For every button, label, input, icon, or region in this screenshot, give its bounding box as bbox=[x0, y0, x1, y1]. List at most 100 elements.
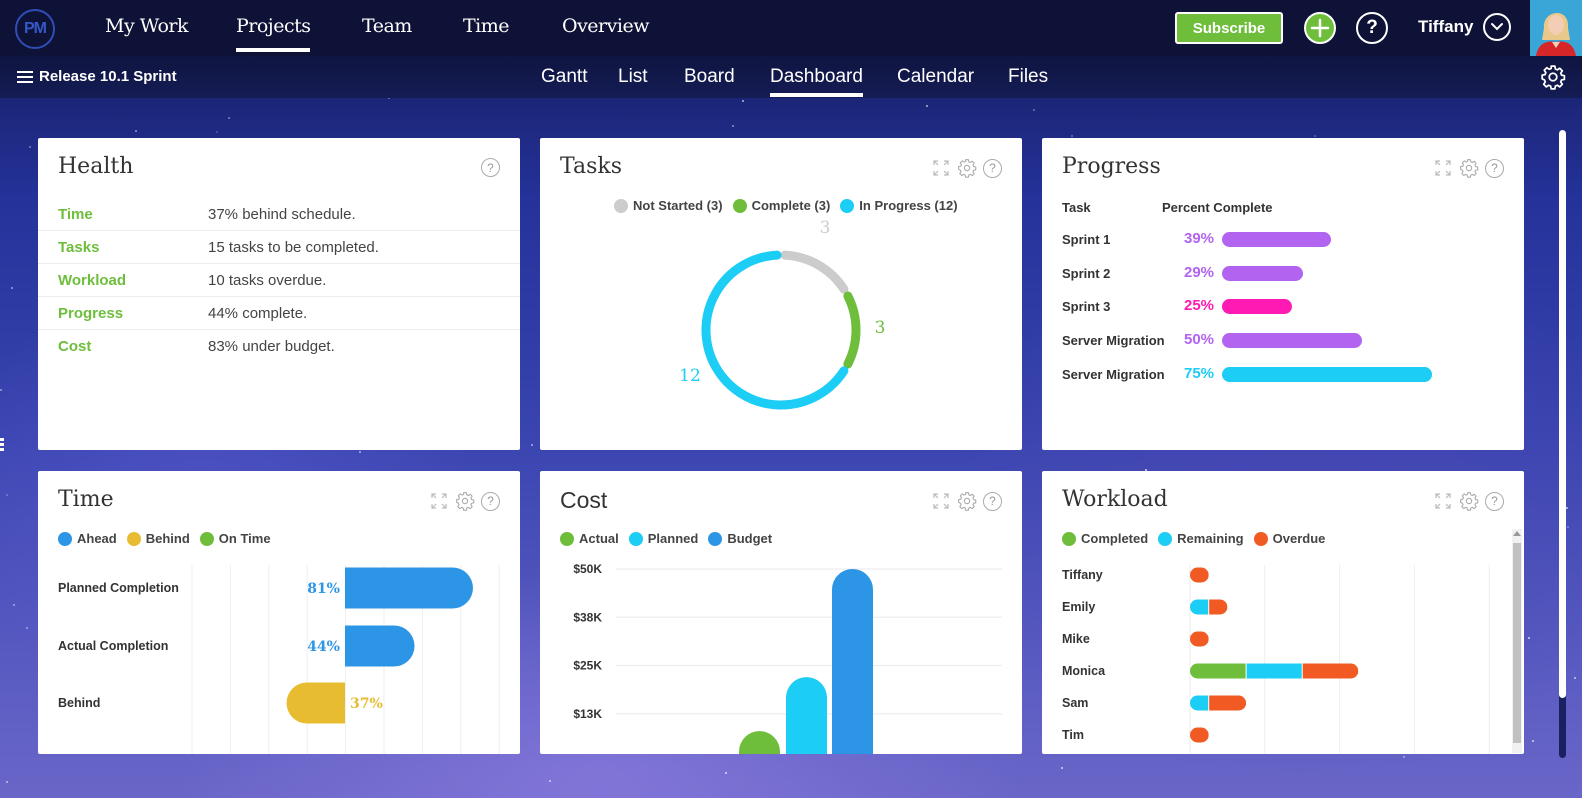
nav-my-work[interactable]: My Work bbox=[105, 15, 189, 37]
app-logo[interactable]: PM bbox=[15, 9, 55, 49]
hamburger-icon bbox=[17, 70, 33, 83]
workload-bar[interactable] bbox=[1190, 567, 1209, 583]
tab-calendar[interactable]: Calendar bbox=[897, 66, 974, 88]
value-label: 81% bbox=[307, 581, 340, 597]
star bbox=[5, 494, 8, 497]
add-button[interactable] bbox=[1304, 12, 1336, 44]
star bbox=[1070, 134, 1073, 137]
person-label: Monica bbox=[1062, 664, 1106, 678]
tab-gantt[interactable]: Gantt bbox=[541, 66, 587, 88]
donut-slice-in-progress[interactable] bbox=[701, 250, 849, 410]
progress-percent: 29% bbox=[1184, 263, 1215, 281]
segment-remaining[interactable] bbox=[1190, 599, 1209, 615]
progress-percent: 75% bbox=[1184, 364, 1215, 382]
segment-remaining[interactable] bbox=[1190, 695, 1209, 711]
progress-percent: 50% bbox=[1184, 331, 1215, 349]
category-label: Behind bbox=[58, 696, 100, 710]
scrollbar-thumb[interactable] bbox=[1513, 543, 1521, 743]
settings-gear-icon[interactable] bbox=[1540, 64, 1566, 90]
donut-slice-complete[interactable] bbox=[843, 291, 861, 369]
progress-row[interactable]: Sprint 1 39% bbox=[1062, 230, 1502, 250]
nav-team[interactable]: Team bbox=[362, 15, 412, 37]
sidebar-drag-handle[interactable] bbox=[0, 438, 4, 452]
progress-bar bbox=[1222, 333, 1362, 349]
star bbox=[1313, 134, 1316, 137]
user-name[interactable]: Tiffany bbox=[1418, 17, 1473, 37]
health-value: 15 tasks to be completed. bbox=[208, 238, 379, 256]
segment-overdue[interactable] bbox=[1208, 599, 1228, 615]
workload-bar[interactable] bbox=[1190, 695, 1247, 711]
tab-dashboard[interactable]: Dashboard bbox=[770, 66, 863, 97]
star bbox=[26, 627, 29, 630]
time-bar[interactable] bbox=[286, 682, 345, 724]
star bbox=[13, 603, 16, 606]
health-label[interactable]: Cost bbox=[58, 338, 208, 355]
progress-row[interactable]: Server Migration 50% bbox=[1062, 331, 1502, 351]
scroll-up-arrow[interactable] bbox=[1513, 531, 1521, 536]
segment-overdue[interactable] bbox=[1208, 695, 1247, 711]
star bbox=[358, 451, 361, 454]
health-row-workload: Workload 10 tasks overdue. bbox=[38, 264, 520, 297]
workload-scrollbar[interactable] bbox=[1512, 529, 1522, 753]
segment-overdue[interactable] bbox=[1190, 631, 1209, 647]
health-label[interactable]: Tasks bbox=[58, 239, 208, 256]
cost-bar-planned[interactable] bbox=[786, 677, 827, 754]
user-avatar[interactable] bbox=[1530, 0, 1582, 56]
progress-percent: 25% bbox=[1184, 297, 1215, 315]
progress-card: Progress ? Task Percent Complete Sprint … bbox=[1042, 138, 1524, 450]
tab-list[interactable]: List bbox=[618, 66, 648, 88]
star bbox=[227, 117, 230, 120]
gear-icon[interactable] bbox=[1459, 158, 1479, 178]
progress-task-name: Sprint 3 bbox=[1062, 299, 1111, 315]
cost-bar-actual[interactable] bbox=[739, 731, 780, 754]
health-label[interactable]: Workload bbox=[58, 272, 208, 289]
workload-bar[interactable] bbox=[1190, 727, 1209, 743]
avatar-image bbox=[1530, 0, 1582, 56]
nav-time[interactable]: Time bbox=[463, 15, 510, 37]
progress-row[interactable]: Sprint 3 25% bbox=[1062, 297, 1502, 317]
health-label[interactable]: Progress bbox=[58, 305, 208, 322]
cost-bar-budget[interactable] bbox=[832, 569, 873, 754]
time-bar[interactable] bbox=[345, 625, 415, 667]
time-bar-chart: Planned Completion 81% Actual Completion 44… bbox=[58, 565, 500, 754]
card-title: Progress bbox=[1062, 154, 1161, 179]
star bbox=[11, 287, 14, 290]
health-label[interactable]: Time bbox=[58, 206, 208, 223]
segment-remaining[interactable] bbox=[1246, 663, 1303, 679]
donut-slice-not-started[interactable] bbox=[780, 250, 849, 294]
time-bar[interactable] bbox=[345, 567, 473, 609]
help-icon[interactable]: ? bbox=[1485, 158, 1504, 178]
cost-bar-chart: $13K $25K $38K $50K bbox=[573, 562, 1002, 754]
progress-row[interactable]: Server Migration 75% bbox=[1062, 365, 1502, 385]
health-value: 10 tasks overdue. bbox=[208, 271, 327, 289]
tab-files[interactable]: Files bbox=[1008, 66, 1048, 88]
page-scrollbar-thumb[interactable] bbox=[1559, 130, 1566, 698]
workload-bar[interactable] bbox=[1190, 631, 1209, 647]
star bbox=[548, 779, 551, 782]
tab-board[interactable]: Board bbox=[684, 66, 735, 88]
help-icon[interactable]: ? bbox=[481, 158, 500, 177]
user-menu-toggle[interactable] bbox=[1483, 13, 1511, 41]
progress-row[interactable]: Sprint 2 29% bbox=[1062, 264, 1502, 284]
project-menu-button[interactable]: Release 10.1 Sprint bbox=[17, 68, 177, 85]
nav-overview[interactable]: Overview bbox=[562, 15, 649, 37]
tasks-donut-chart: 3 3 12 bbox=[679, 218, 885, 410]
star bbox=[1403, 756, 1406, 759]
column-header-task: Task bbox=[1062, 200, 1091, 215]
star bbox=[725, 771, 728, 774]
segment-overdue[interactable] bbox=[1302, 663, 1359, 679]
health-value: 37% behind schedule. bbox=[208, 205, 356, 223]
segment-overdue[interactable] bbox=[1190, 727, 1209, 743]
cost-card: Cost ? Actual Planned Budget $13K $25K $38… bbox=[540, 471, 1022, 754]
nav-projects[interactable]: Projects bbox=[236, 15, 311, 52]
progress-task-name: Sprint 2 bbox=[1062, 265, 1111, 281]
help-button[interactable]: ? bbox=[1356, 12, 1388, 44]
health-row-cost: Cost 83% under budget. bbox=[38, 330, 520, 363]
subscribe-button[interactable]: Subscribe bbox=[1175, 12, 1283, 44]
workload-bar[interactable] bbox=[1190, 599, 1228, 615]
star bbox=[732, 124, 735, 127]
expand-icon[interactable] bbox=[1433, 158, 1453, 178]
workload-bar[interactable] bbox=[1190, 663, 1359, 679]
segment-overdue[interactable] bbox=[1190, 567, 1209, 583]
segment-completed[interactable] bbox=[1190, 663, 1247, 679]
